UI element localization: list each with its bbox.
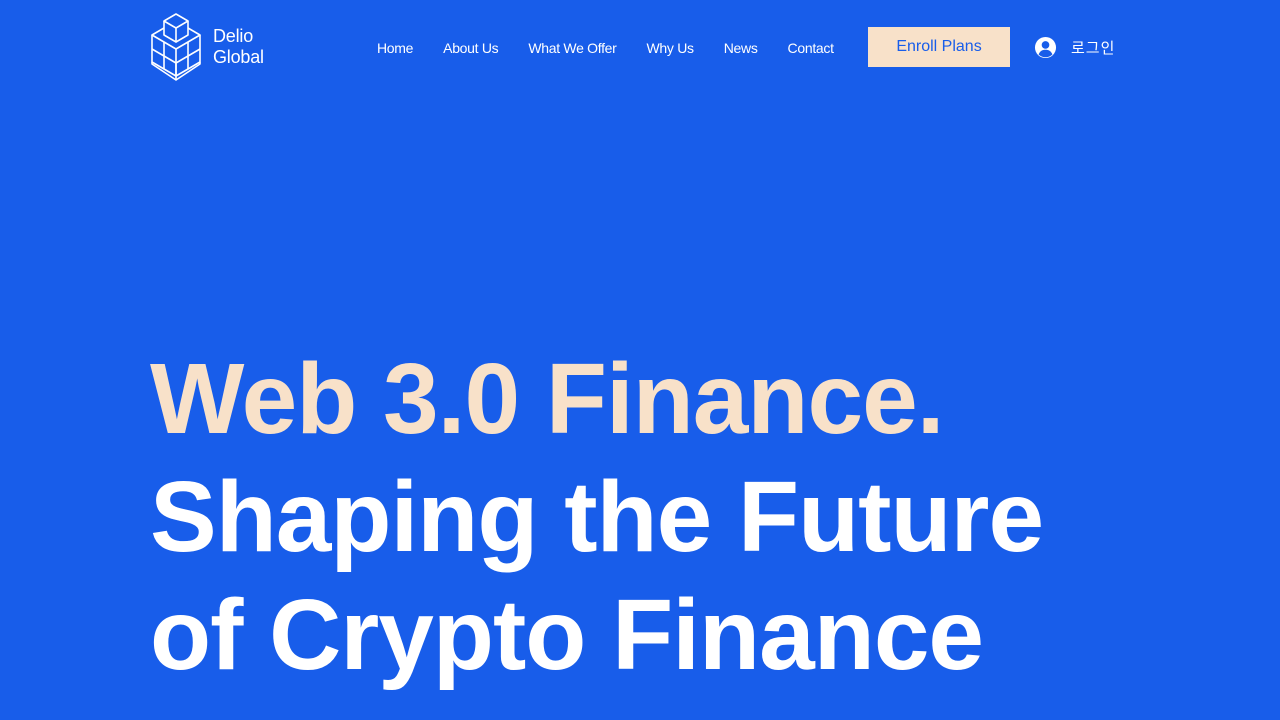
user-circle-icon xyxy=(1034,36,1057,58)
hero-heading: Web 3.0 Finance. Shaping the Future of C… xyxy=(150,340,1044,694)
page: Delio Global Home About Us What We Offer… xyxy=(0,0,1280,720)
login-button[interactable]: 로그인 xyxy=(1034,35,1115,59)
brand-name-line1: Delio xyxy=(213,26,254,46)
brand-name-line2: Global xyxy=(213,47,264,67)
nav-link-about-us[interactable]: About Us xyxy=(428,38,513,58)
hero-line-1: Web 3.0 Finance. xyxy=(150,343,945,455)
main-nav: Home About Us What We Offer Why Us News … xyxy=(362,38,849,58)
login-label: 로그인 xyxy=(1071,38,1116,57)
nav-link-what-we-offer[interactable]: What We Offer xyxy=(513,38,631,58)
nav-link-why-us[interactable]: Why Us xyxy=(632,38,709,58)
brand-logo-link[interactable]: Delio Global xyxy=(148,12,264,82)
enroll-plans-button[interactable]: Enroll Plans xyxy=(868,27,1010,67)
brand-name: Delio Global xyxy=(213,26,264,68)
hero-line-2: Shaping the Future xyxy=(150,461,1044,573)
nav-link-contact[interactable]: Contact xyxy=(773,38,849,58)
hero-section: Web 3.0 Finance. Shaping the Future of C… xyxy=(150,340,1044,694)
nav-link-news[interactable]: News xyxy=(709,38,773,58)
site-header: Delio Global Home About Us What We Offer… xyxy=(0,0,1280,95)
stacked-cubes-logo-icon xyxy=(151,13,201,81)
nav-link-home[interactable]: Home xyxy=(362,38,428,58)
hero-line-3: of Crypto Finance xyxy=(150,579,984,691)
